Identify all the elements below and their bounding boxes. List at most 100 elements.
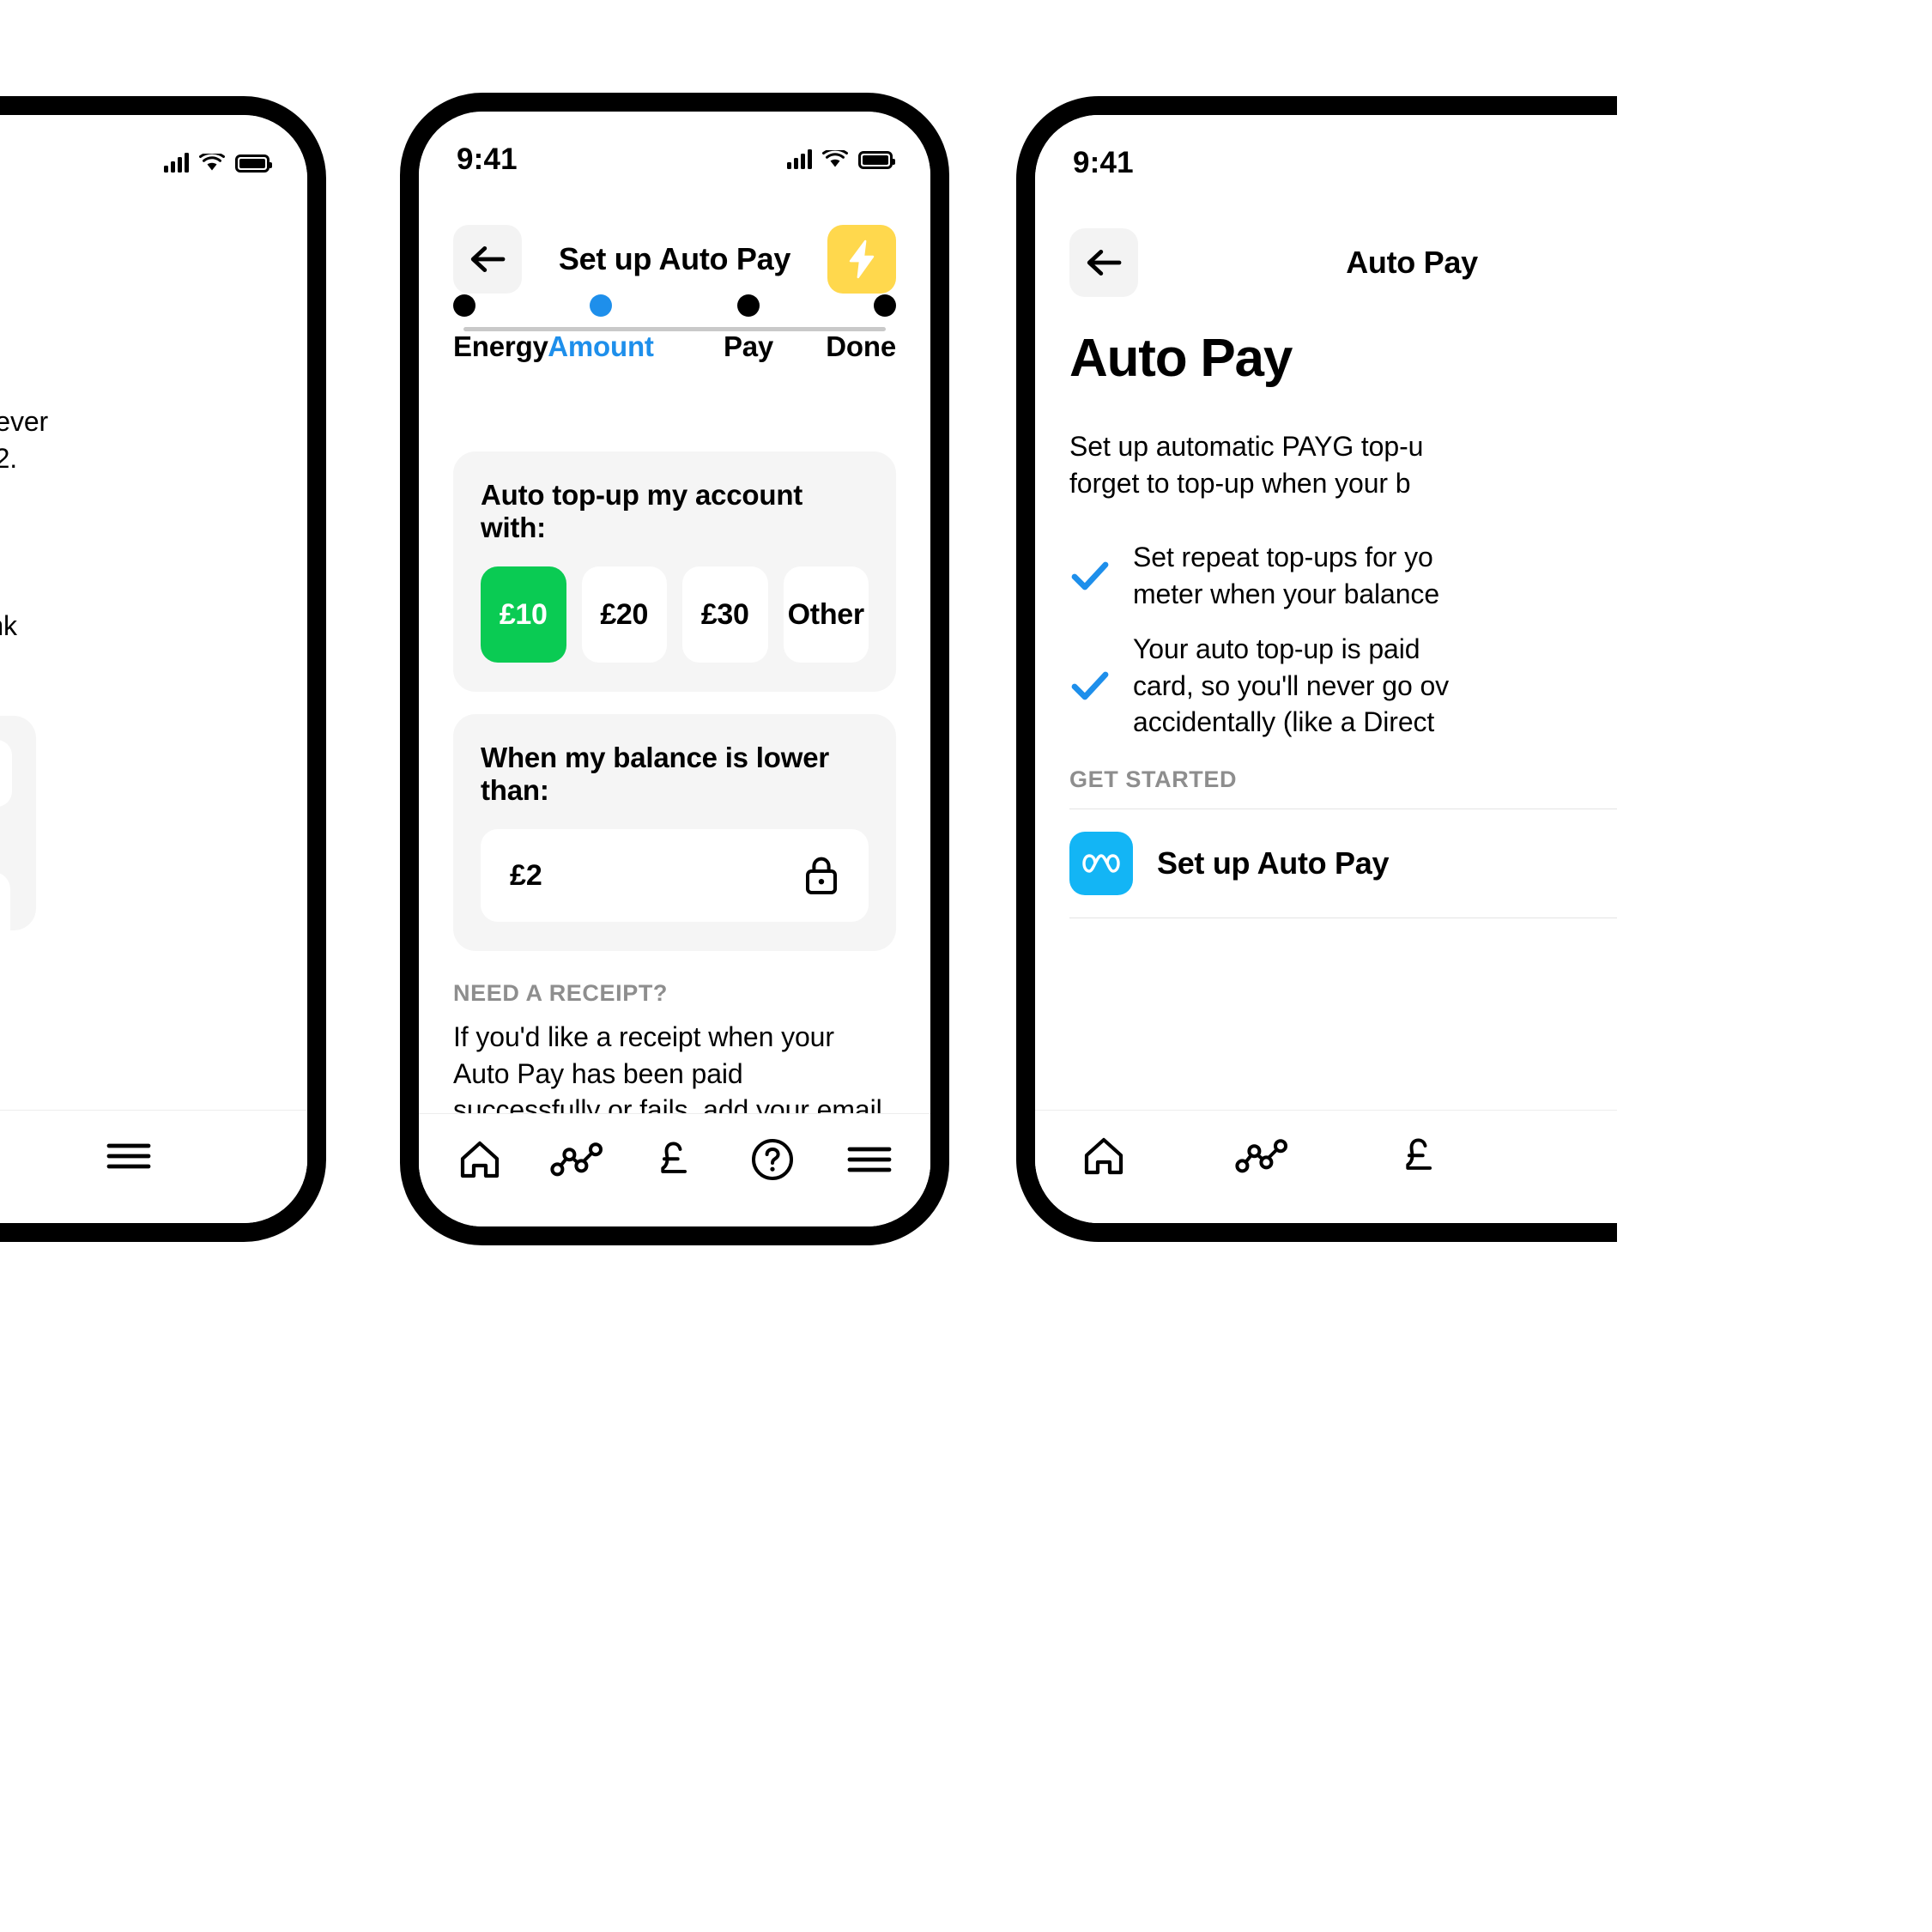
wifi-icon [199,154,225,171]
right-intro-line-0: Set up automatic PAYG top-u [1069,431,1424,462]
infinity-icon-tile [1069,831,1133,895]
amount-option-20[interactable]: £20 [581,566,667,663]
battery-icon [858,150,895,169]
benefit-item: Set repeat top-ups for yo meter when you… [1069,539,1617,612]
left-credit-limit-label: Credit limit [0,821,10,853]
left-para-line-1: when your balance hits £2. [0,442,18,474]
left-credit-limit-value[interactable]: £2.00 [0,872,10,960]
left-para-line-5: ll never go overdrawn [0,645,307,681]
tab-home[interactable] [1066,1125,1142,1187]
benefit-line: accidentally (like a Direct [1133,706,1435,738]
left-navbar: Auto Pay [0,223,307,302]
menu-icon [847,1147,892,1172]
right-status-bar: 9:41 [1035,144,1617,182]
right-navbar: Auto Pay [1035,223,1617,302]
amount-option-other[interactable]: Other [783,566,869,663]
setup-stepper: Energy Amount Pay Done [453,294,896,412]
home-icon [460,1141,499,1178]
status-time: 9:41 [457,142,518,176]
step-dot [737,294,760,317]
step-label: Energy [453,330,548,362]
delete-button[interactable] [0,740,12,807]
boost-button[interactable] [827,225,896,294]
step-label: Amount [548,330,654,362]
left-status-bar: 9:41 [0,144,307,182]
amount-options: £10 £20 £30 Other [481,566,869,663]
signal-icon [787,149,812,169]
tab-menu[interactable] [832,1129,907,1190]
usage-graph-icon [1235,1138,1287,1172]
right-body: Auto Pay Set up automatic PAYG top-u for… [1069,328,1617,918]
lightning-bolt-icon [849,239,875,279]
help-icon [751,1138,793,1180]
balance-threshold-title: When my balance is lower than: [481,742,829,806]
topup-amount-title: Auto top-up my account with: [481,479,803,543]
back-button[interactable] [1069,228,1138,297]
infinity-icon [1082,854,1120,873]
left-para-line-3: your balance reaches £2. [0,542,307,579]
right-tab-bar [1035,1110,1617,1223]
left-para-line-2: op-ups for your PAYG [0,506,307,542]
right-intro-line-1: forget to top-up when your b [1069,467,1411,499]
get-started-kicker: GET STARTED [1069,766,1238,792]
pound-icon [661,1141,687,1173]
right-benefits-list: Set repeat top-ups for yo meter when you… [1069,539,1617,741]
balance-threshold-field[interactable]: £2 [481,829,869,922]
status-icons [787,149,895,169]
right-page-title: Auto Pay [1346,245,1478,280]
pound-icon [1406,1137,1432,1170]
benefit-item: Your auto top-up is paid card, so you'll… [1069,631,1617,741]
step-dot [453,294,475,317]
check-icon [1071,561,1109,591]
phone-left: 9:41 Auto Pay c PAYG top-ups so you neve… [0,96,326,1242]
left-credit-limit-card: Credit limit £2.00 [0,716,36,960]
check-icon [1071,671,1109,700]
wifi-icon [822,150,848,167]
tab-payments[interactable] [1382,1125,1457,1187]
center-page-title: Set up Auto Pay [558,241,791,276]
tab-home[interactable] [442,1129,518,1190]
balance-threshold-card: When my balance is lower than: £2 [453,714,896,951]
receipt-kicker: NEED A RECEIPT? [453,980,669,1006]
right-screen: 9:41 Auto Pay Auto Pay Set up automatic … [1035,115,1617,1223]
back-button[interactable] [453,225,522,294]
benefit-line: card, so you'll never go ov [1133,669,1450,701]
step-label: Done [826,330,896,362]
left-screen: 9:41 Auto Pay c PAYG top-ups so you neve… [0,115,307,1223]
center-status-bar: 9:41 [419,141,930,179]
usage-graph-icon [550,1142,603,1176]
amount-option-30[interactable]: £30 [682,566,768,663]
topup-amount-card: Auto top-up my account with: £10 £20 £30… [453,451,896,692]
home-icon [1084,1137,1123,1174]
benefit-line: Your auto top-up is paid [1133,633,1420,665]
arrow-left-icon [1087,250,1122,276]
left-body: c PAYG top-ups so you never when your ba… [0,372,307,718]
menu-icon [106,1143,151,1168]
phone-right: 9:41 Auto Pay Auto Pay Set up automatic … [1016,96,1617,1242]
list-item-setup-auto-pay[interactable]: Set up Auto Pay [1069,808,1617,918]
status-time: 9:41 [1073,146,1134,179]
tab-usage[interactable] [1224,1125,1299,1187]
benefit-line: meter when your balance [1133,578,1440,609]
signal-icon [164,153,189,173]
arrow-left-icon [470,246,506,272]
left-para-line-6: (like a Direct Debit). [0,681,307,718]
step-dot [590,294,612,317]
left-tab-bar [0,1110,307,1223]
step-dot [874,294,896,317]
center-body: Auto top-up my account with: £10 £20 £30… [453,451,896,1226]
lock-icon [806,857,837,894]
tab-help[interactable] [735,1129,810,1190]
phone-center: 9:41 Set up Auto Pay Energy Amount Pay D… [400,93,949,1245]
tab-menu[interactable] [91,1125,167,1187]
battery-icon [235,154,272,173]
left-page-title: Auto Pay [0,245,273,281]
status-icons [164,153,272,173]
tab-usage[interactable] [539,1129,615,1190]
amount-option-10[interactable]: £10 [481,566,566,663]
balance-threshold-value: £2 [510,858,542,892]
center-screen: 9:41 Set up Auto Pay Energy Amount Pay D… [419,112,930,1226]
tab-payments[interactable] [637,1129,712,1190]
step-label: Pay [723,330,774,362]
tab-help[interactable] [0,1125,9,1187]
